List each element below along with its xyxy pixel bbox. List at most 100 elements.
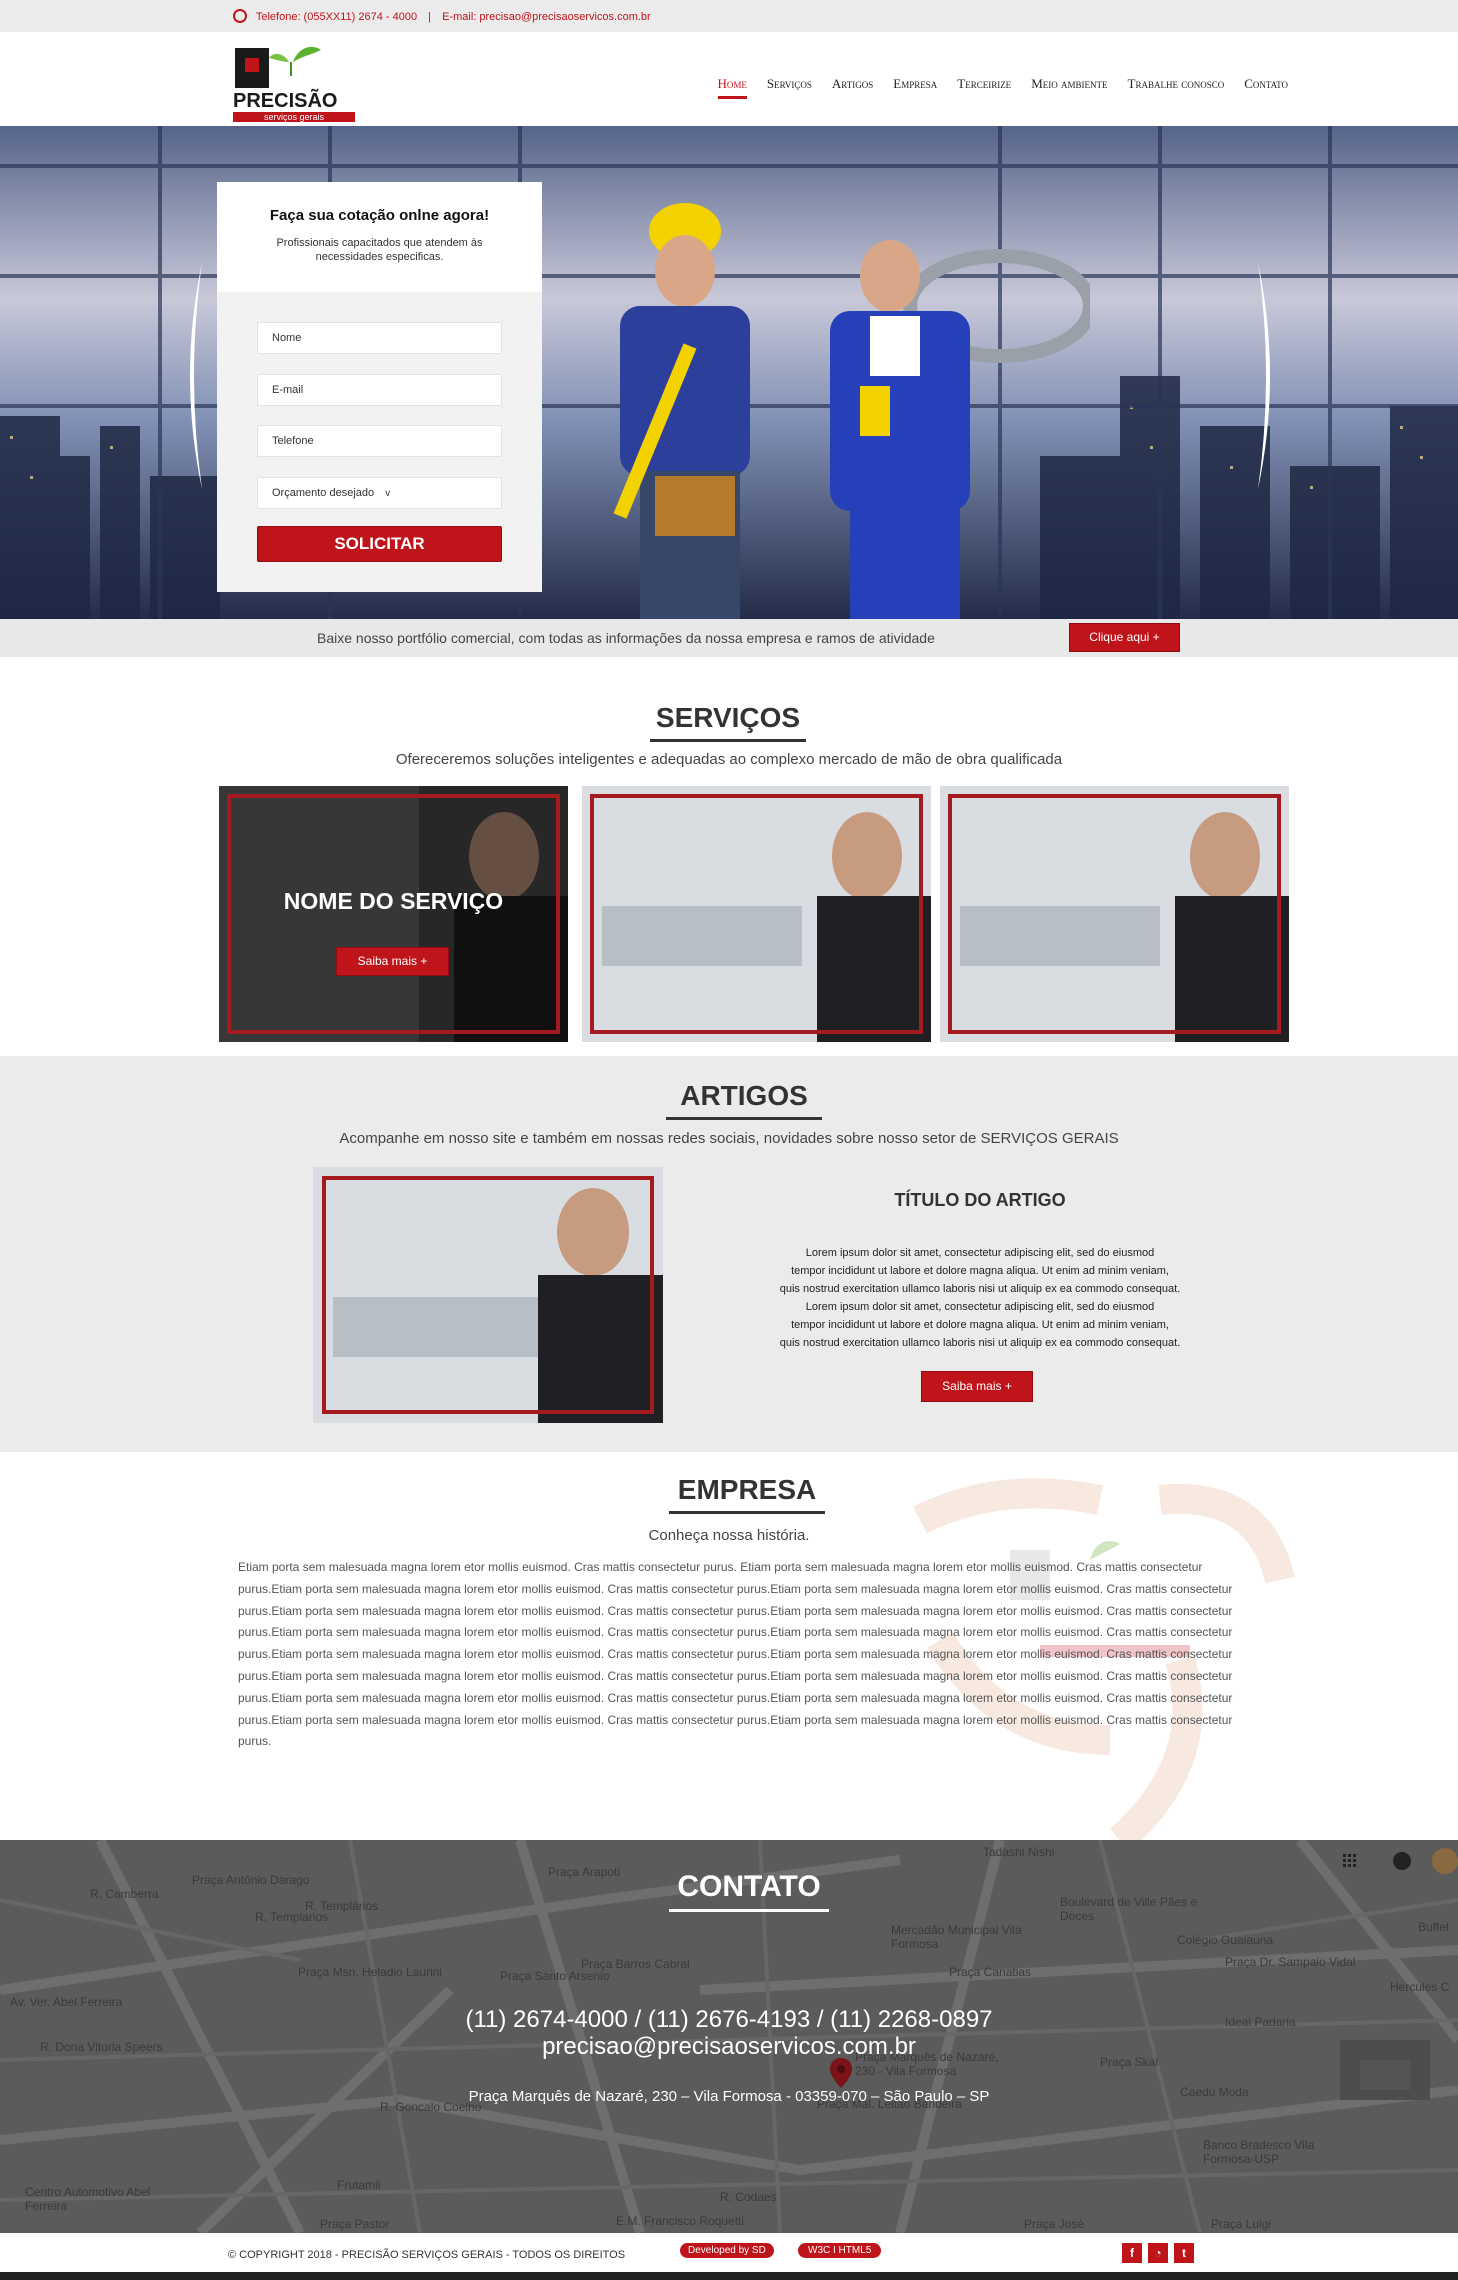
map-label: Praça Luigi [1211,2217,1272,2231]
map-label: Hercules C [1390,1980,1450,1994]
portfolio-text: Baixe nosso portfólio comercial, com tod… [317,630,935,646]
title-underline [669,1909,829,1912]
nav-item-empresa[interactable]: Empresa [893,76,937,99]
topbar-phone: Telefone: (055XX11) 2674 - 4000 [255,11,418,23]
map-label: Praça José [1024,2217,1085,2231]
apps-grid-icon[interactable] [1343,1854,1357,1868]
article-saiba-mais-button[interactable]: Saiba mais + [921,1371,1033,1402]
contato-address: Praça Marquês de Nazaré, 230 – Vila Form… [468,2088,990,2105]
nav-item-artigos[interactable]: Artigos [832,76,873,99]
map-label: Praça Antônio Darago [192,1873,310,1887]
map-label: Praça Pastor [320,2217,390,2231]
map-label: Centro Automotivo Abel Ferreira [25,2185,151,2213]
title-underline [666,1117,822,1120]
map-label: Praça Santo Arsenio [500,1969,610,1983]
solicitar-button[interactable]: SOLICITAR [257,526,502,562]
notifications-icon[interactable] [1393,1852,1411,1870]
topbar-email[interactable]: E-mail: precisao@precisaoservicos.com.br [442,11,651,23]
contato-phones: (11) 2674-4000 / (11) 2676-4193 / (11) 2… [465,2006,993,2033]
worker-right-image [800,216,1097,619]
article-body-line: quis nostrud exercitation ullamco labori… [779,1337,1181,1349]
artigos-title: ARTIGOS [666,1080,822,1120]
empresa-title-text: EMPRESA [677,1474,817,1505]
map-label: R. Codaes [720,2190,777,2204]
article-body-line: Lorem ipsum dolor sit amet, consectetur … [805,1301,1155,1313]
artigos-title-text: ARTIGOS [680,1080,808,1111]
article-body-line: tempor incididunt ut labore et dolore ma… [791,1319,1169,1331]
map-label: R. Camberra [90,1887,159,1901]
service-card[interactable] [940,786,1289,1042]
contato-title: CONTATO [669,1870,829,1912]
article-body-line: Lorem ipsum dolor sit amet, consectetur … [805,1247,1155,1259]
article-image[interactable] [313,1167,663,1423]
logo-wordmark: PRECISÃO [233,90,338,112]
card-frame [322,1176,654,1414]
empresa-subtitle: Conheça nossa história. [648,1527,810,1544]
map-label: Praça Msn. Heladio Laurini [298,1965,443,1979]
nav-item-terceirize[interactable]: Terceirize [957,76,1011,99]
nav-item-contato[interactable]: Contato [1244,76,1288,99]
card-frame [590,794,923,1034]
facebook-icon[interactable]: f [1122,2243,1142,2263]
slider-prev-arrow[interactable] [176,261,206,491]
topbar-separator: | [428,11,432,23]
footer-copyright: © COPYRIGHT 2018 - PRECISÃO SERVIÇOS GER… [228,2249,626,2261]
article-body-line: quis nostrud exercitation ullamco labori… [779,1283,1181,1295]
name-field[interactable]: Nome [257,322,502,354]
map-label: R. Templarios [255,1910,329,1924]
map-label: Frutamil [337,2178,381,2192]
portfolio-bar: Baixe nosso portfólio comercial, com tod… [0,619,1458,657]
worker-left-image [560,186,810,619]
map-label: Tadashi Nishi [983,1845,1055,1859]
contato-title-text: CONTATO [677,1870,821,1903]
nav-item-trabalhe-conosco[interactable]: Trabalhe conosco [1128,76,1225,99]
site-header: PRECISÃO serviços gerais Home Serviços Art… [0,32,1458,126]
phone-icon [233,9,247,23]
servicos-title: SERVIÇOS [650,702,806,742]
portfolio-download-button[interactable]: Clique aqui + [1069,623,1180,652]
nav-item-home[interactable]: Home [717,76,747,99]
footer-bottom-strip [0,2272,1458,2280]
email-field[interactable]: E-mail [257,374,502,406]
service-card[interactable] [582,786,931,1042]
artigos-subtitle: Acompanhe em nosso site e também em noss… [339,1130,1119,1147]
logo-tagline: serviços gerais [233,112,355,122]
map-label: Colégio Guaiauna [1177,1933,1274,1947]
quote-form-subtitle: Profissionais capacitados que atendem às… [276,237,483,263]
budget-select[interactable]: Orçamento desejado v [257,477,502,509]
servicos-title-text: SERVIÇOS [655,702,801,733]
servicos-subtitle: Ofereceremos soluções inteligentes e ade… [395,751,1063,768]
quote-form: Faça sua cotação onlne agora! Profission… [217,182,542,592]
empresa-title: EMPRESA [669,1474,825,1514]
avatar[interactable] [1432,1848,1458,1874]
title-underline [650,739,806,742]
rss-icon[interactable]: ◔ [1148,2243,1168,2263]
map-label: Praça Canatias [949,1965,1032,1979]
phone-field[interactable]: Telefone [257,425,502,457]
map-label: Boulevard de Ville Pães e Doces [1060,1895,1198,1923]
map-label: Mercadão Municipal Vila Formosa [891,1923,1022,1951]
empresa-body: Etiam porta sem malesuada magna lorem et… [238,1560,1233,1749]
map-label: Praça Arapoti [548,1865,621,1879]
chevron-down-icon: v [385,488,391,499]
developed-by-badge[interactable]: Developed by SD [680,2243,774,2258]
quote-form-title: Faça sua cotação onlne agora! [269,207,490,224]
location-pin-icon[interactable] [830,2058,852,2088]
contato-email[interactable]: precisao@precisaoservicos.com.br [0,2033,1458,2061]
nav-item-serviços[interactable]: Serviços [767,76,812,99]
twitter-icon[interactable]: t [1174,2243,1194,2263]
top-bar: Telefone: (055XX11) 2674 - 4000 | E-mail… [0,0,1458,32]
logo[interactable]: PRECISÃO serviços gerais [233,40,355,122]
contato-map-section: Praça Antônio Darago R. Camberra R. Templá… [0,1840,1458,2233]
service-card[interactable]: NOME DO SERVIÇO Saiba mais + [219,786,568,1042]
article-body-line: tempor incididunt ut labore et dolore ma… [791,1265,1169,1277]
main-nav: Home Serviços Artigos Empresa Terceirize Meio… [717,76,1288,99]
budget-select-value: Orçamento desejado [272,487,375,499]
service-saiba-mais-button[interactable]: Saiba mais + [336,947,449,976]
service-card-title: NOME DO SERVIÇO [283,888,504,914]
w3c-html5-badge[interactable]: W3C I HTML5 [798,2243,882,2258]
map-label: Praça Dr. Sampaio Vidal [1225,1955,1356,1969]
slider-next-arrow[interactable] [1254,261,1284,491]
nav-item-meio-ambiente[interactable]: Meio ambiente [1031,76,1107,99]
article-body: Lorem ipsum dolor sit amet, consectetur … [720,1244,1240,1352]
